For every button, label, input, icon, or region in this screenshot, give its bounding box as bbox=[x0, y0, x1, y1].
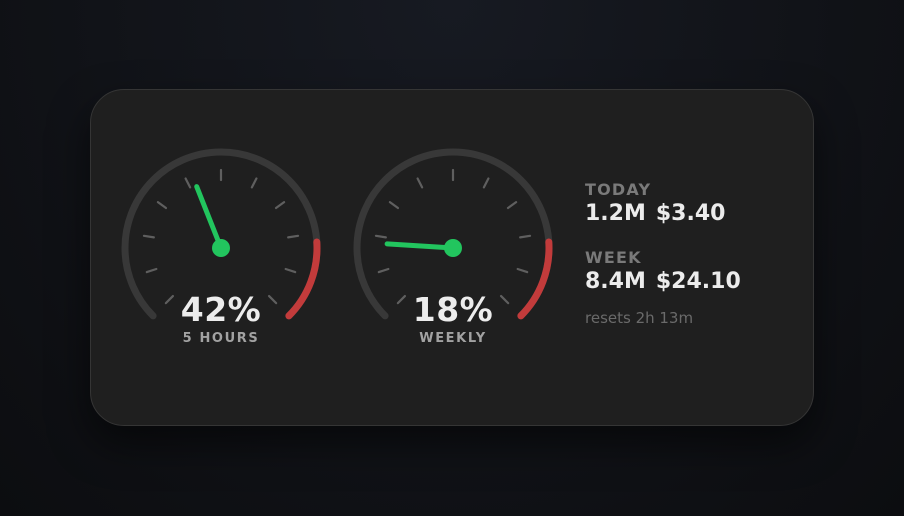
today-values: 1.2M $3.40 bbox=[585, 200, 785, 228]
gauge-tick bbox=[519, 234, 532, 239]
gauge-value: 42% bbox=[180, 290, 262, 329]
gauge-needle-hub bbox=[444, 239, 462, 257]
gauge-tick bbox=[516, 267, 529, 274]
gauge-tick bbox=[482, 177, 490, 189]
today-tokens: 1.2M bbox=[585, 201, 646, 226]
gauge-label: WEEKLY bbox=[419, 331, 487, 346]
gauge-tick bbox=[184, 177, 192, 189]
gauge-tick bbox=[156, 201, 168, 210]
gauge-value: 18% bbox=[412, 290, 494, 329]
today-cost: $3.40 bbox=[655, 201, 726, 226]
gauge-tick bbox=[250, 177, 258, 189]
today-heading: TODAY bbox=[585, 180, 652, 199]
gauge-tick bbox=[374, 234, 387, 239]
week-values: 8.4M $24.10 bbox=[585, 268, 785, 296]
gauge-tick bbox=[506, 201, 518, 210]
gauge-needle bbox=[194, 184, 224, 251]
gauge-needle bbox=[384, 241, 456, 251]
gauge-tick bbox=[145, 267, 158, 274]
week-cost: $24.10 bbox=[655, 269, 741, 294]
week-tokens: 8.4M bbox=[585, 269, 646, 294]
gauge-tick bbox=[284, 267, 297, 274]
reset-timer: resets 2h 13m bbox=[585, 309, 694, 327]
gauge-tick bbox=[416, 177, 424, 189]
gauge-5-hours: 42% 5 HOURS bbox=[111, 148, 331, 358]
gauge-tick bbox=[377, 267, 390, 274]
usage-stats: TODAY 1.2M $3.40 WEEK 8.4M $24.10 resets 2… bbox=[585, 180, 785, 328]
gauge-label: 5 HOURS bbox=[182, 331, 260, 346]
week-heading: WEEK bbox=[585, 248, 642, 267]
gauge-weekly: 18% WEEKLY bbox=[343, 148, 563, 358]
gauge-tick bbox=[142, 234, 155, 239]
gauge-needle-hub bbox=[212, 239, 230, 257]
gauge-tick bbox=[388, 201, 400, 210]
usage-widget: 42% 5 HOURS 18% WEEKLY TODAY 1.2M $3.40 W… bbox=[90, 89, 814, 426]
gauge-tick bbox=[287, 234, 300, 239]
gauge-tick bbox=[274, 201, 286, 210]
